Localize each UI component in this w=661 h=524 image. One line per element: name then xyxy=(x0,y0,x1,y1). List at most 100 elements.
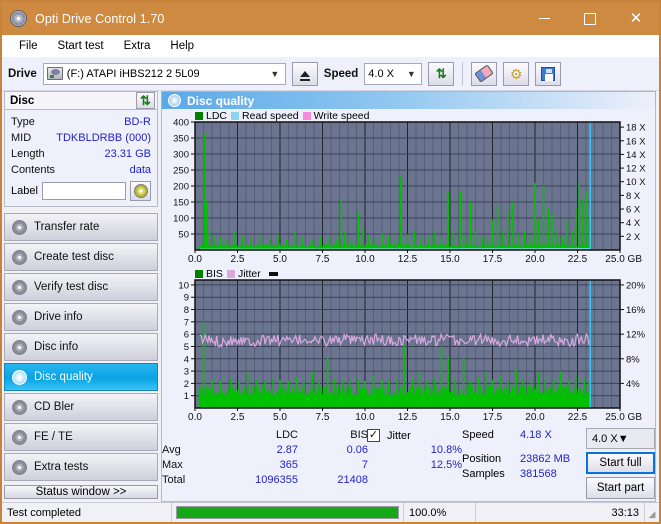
menu-start-test[interactable]: Start test xyxy=(49,38,113,54)
speed-select[interactable]: 4.0 X ▼ xyxy=(364,62,423,85)
svg-text:9: 9 xyxy=(184,293,189,304)
menu-extra[interactable]: Extra xyxy=(115,38,160,54)
maximize-button[interactable] xyxy=(567,2,613,35)
close-button[interactable]: ✕ xyxy=(613,2,659,35)
jitter-header: ✓ Jitter xyxy=(367,428,462,443)
legend-swatch xyxy=(195,270,203,278)
legend-label: BIS xyxy=(206,268,223,280)
disc-value: BD-R xyxy=(124,116,151,128)
status-bar: Test completed 100.0% 33:13 ◢ xyxy=(2,502,659,522)
status-text: Test completed xyxy=(2,503,172,522)
save-button[interactable] xyxy=(535,61,562,86)
disc-icon xyxy=(12,429,27,445)
svg-text:8: 8 xyxy=(184,305,189,316)
legend-label: Jitter xyxy=(237,268,261,280)
start-part-button[interactable]: Start part xyxy=(586,477,655,499)
svg-text:250: 250 xyxy=(173,166,189,177)
bis-chart-svg[interactable]: 123 456 789 10 4% 8% 12% 16% 20% 0.0 2.5 5.0 7.5 10.0… xyxy=(162,267,654,425)
test-speed-select[interactable]: 4.0 X ▼ xyxy=(586,428,655,449)
erase-button[interactable] xyxy=(471,61,498,86)
drive-label: Drive xyxy=(8,67,37,80)
disc-refresh-button[interactable]: ⇅ xyxy=(136,92,155,109)
refresh-icon: ⇅ xyxy=(140,93,151,108)
legend-swatch xyxy=(302,112,311,120)
sidebar-item-cd-bler[interactable]: CD Bler xyxy=(4,393,158,421)
disc-row-length: Length 23.31 GB xyxy=(11,146,151,162)
legend-entry-write-speed: Write speed xyxy=(302,110,370,122)
sidebar-item-disc-info[interactable]: Disc info xyxy=(4,333,158,361)
svg-text:1: 1 xyxy=(184,391,189,402)
svg-text:150: 150 xyxy=(173,198,189,209)
ldc-chart-legend: LDC Read speed Write speed xyxy=(195,110,370,122)
svg-text:2: 2 xyxy=(184,379,189,390)
sidebar-item-drive-info[interactable]: Drive info xyxy=(4,303,158,331)
sidebar-item-label: CD Bler xyxy=(34,401,75,413)
svg-text:14 X: 14 X xyxy=(626,150,646,161)
speed-stat-value: 4.18 X xyxy=(520,429,552,441)
sidebar-item-disc-quality[interactable]: Disc quality xyxy=(4,363,158,391)
svg-text:7: 7 xyxy=(184,317,189,328)
app-window: Opti Drive Control 1.70 ✕ File Start tes… xyxy=(0,0,661,524)
resize-grip[interactable]: ◢ xyxy=(645,503,659,522)
legend-label: Write speed xyxy=(313,110,370,122)
sidebar-item-verify-test-disc[interactable]: Verify test disc xyxy=(4,273,158,301)
sidebar-item-label: Disc info xyxy=(34,341,79,353)
sidebar-item-label: Verify test disc xyxy=(34,281,109,293)
refresh-button[interactable]: ⇅ xyxy=(428,61,455,86)
floppy-disk-icon xyxy=(541,66,556,81)
sidebar-item-extra-tests[interactable]: Extra tests xyxy=(4,453,158,481)
legend-swatch xyxy=(226,270,235,278)
legend-swatch-marker xyxy=(268,272,278,276)
svg-text:22.5: 22.5 xyxy=(568,412,588,423)
disc-icon xyxy=(12,459,27,475)
sidebar-item-create-test-disc[interactable]: Create test disc xyxy=(4,243,158,271)
disc-icon xyxy=(12,399,27,415)
sidebar-item-label: Extra tests xyxy=(34,461,89,473)
refresh-icon: ⇅ xyxy=(435,66,447,81)
legend-entry-jitter: Jitter xyxy=(226,268,261,280)
sidebar-item-fe-te[interactable]: FE / TE xyxy=(4,423,158,451)
menu-file[interactable]: File xyxy=(10,38,47,54)
svg-text:5.0: 5.0 xyxy=(273,254,287,265)
svg-text:20.0: 20.0 xyxy=(525,254,545,265)
progress-track xyxy=(176,506,399,519)
eject-button[interactable] xyxy=(291,61,318,86)
menu-help[interactable]: Help xyxy=(161,38,203,54)
disc-icon xyxy=(12,369,27,385)
svg-text:400: 400 xyxy=(173,118,189,129)
stats-total-ldc: 1096355 xyxy=(255,474,298,486)
svg-text:12.5: 12.5 xyxy=(398,254,418,265)
svg-text:25.0 GB: 25.0 GB xyxy=(605,412,642,423)
chevron-down-icon: ▼ xyxy=(617,432,629,445)
tools-button[interactable]: ⚙ xyxy=(503,61,530,86)
sidebar-item-transfer-rate[interactable]: Transfer rate xyxy=(4,213,158,241)
eject-icon xyxy=(299,70,310,81)
legend-entry-read-speed: Read speed xyxy=(231,110,299,122)
sidebar-item-label: Transfer rate xyxy=(34,221,100,233)
run-stats: Speed 4.18 X Position 23862 MB Samples 3… xyxy=(462,428,655,499)
disc-info-panel: Type BD-R MID TDKBLDRBB (000) Length 23.… xyxy=(4,109,158,207)
test-speed-value: 4.0 X xyxy=(592,432,618,445)
jitter-label: Jitter xyxy=(387,429,411,442)
svg-text:5.0: 5.0 xyxy=(273,412,287,423)
run-controls: 4.0 X ▼ Start full Start part xyxy=(586,428,655,499)
disc-label-button[interactable] xyxy=(130,181,151,201)
jitter-checkbox[interactable]: ✓ xyxy=(367,429,380,442)
drive-select[interactable]: (F:) ATAPI iHBS212 2 5L09 ▼ xyxy=(42,62,286,85)
ldc-chart-svg[interactable]: 50 100 150 200 250 300 350 400 2 X 4 X 6 X 8 X 10 X 1… xyxy=(162,109,654,267)
ldc-chart: LDC Read speed Write speed 50 100 150 200 25… xyxy=(162,109,655,267)
svg-text:200: 200 xyxy=(173,182,189,193)
svg-text:6 X: 6 X xyxy=(626,205,641,216)
drive-select-value: (F:) ATAPI iHBS212 2 5L09 xyxy=(66,67,200,80)
minimize-button[interactable] xyxy=(521,2,567,35)
start-full-button[interactable]: Start full xyxy=(586,452,655,474)
svg-text:17.5: 17.5 xyxy=(483,254,503,265)
position-stat-key: Position xyxy=(462,453,502,465)
toolbar-divider xyxy=(462,61,464,86)
label-input[interactable] xyxy=(41,182,126,200)
svg-text:12%: 12% xyxy=(626,330,646,341)
status-window-button[interactable]: Status window >> xyxy=(4,485,158,499)
stats-max-bis: 7 xyxy=(361,459,368,471)
legend-entry-ldc: LDC xyxy=(195,110,227,122)
stats-row-key-total: Total xyxy=(162,474,186,486)
